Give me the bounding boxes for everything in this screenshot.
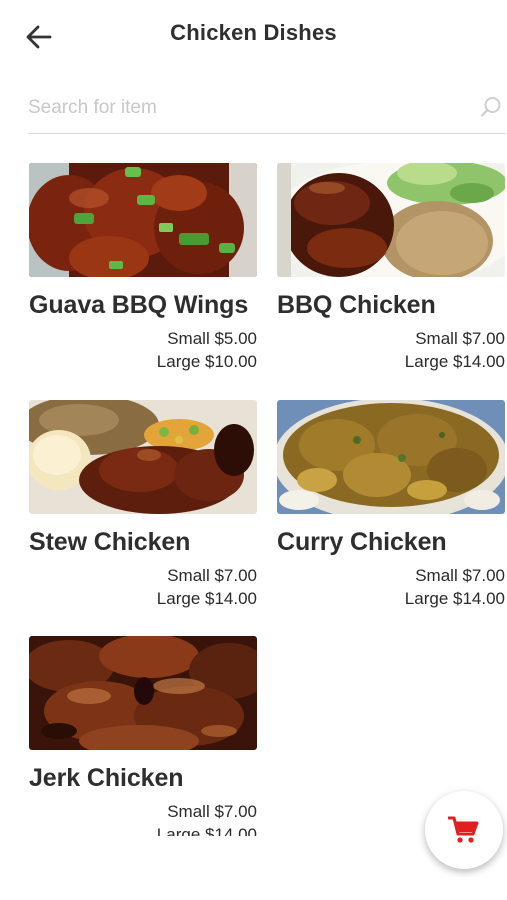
scroll-clip: [0, 836, 420, 900]
guava-bbq-wings-image: [29, 163, 257, 277]
menu-item-small-price: Small $7.00: [167, 566, 257, 585]
menu-item-small-price: Small $7.00: [415, 566, 505, 585]
menu-item-card[interactable]: Stew Chicken Small $7.00 Large $14.00: [29, 400, 257, 610]
curry-chicken-image: [277, 400, 505, 514]
search-input[interactable]: [28, 90, 468, 126]
menu-item-name: Guava BBQ Wings: [29, 291, 249, 319]
menu-item-large-price: Large $14.00: [404, 589, 505, 608]
app-bar: Chicken Dishes: [0, 0, 507, 72]
menu-item-card[interactable]: Guava BBQ Wings Small $5.00 Large $10.00: [29, 163, 257, 373]
menu-item-name: BBQ Chicken: [277, 291, 436, 319]
menu-item-card[interactable]: Jerk Chicken Small $7.00 Large $14.00: [29, 636, 257, 846]
search-bar: [28, 84, 506, 134]
menu-item-name: Curry Chicken: [277, 528, 447, 556]
shopping-cart-icon: [448, 816, 479, 843]
menu-item-large-price: Large $14.00: [156, 589, 257, 608]
menu-item-small-price: Small $7.00: [415, 329, 505, 348]
menu-item-large-price: Large $10.00: [156, 352, 257, 371]
menu-item-name: Stew Chicken: [29, 528, 191, 556]
menu-item-card[interactable]: Curry Chicken Small $7.00 Large $14.00: [277, 400, 505, 610]
page-title: Chicken Dishes: [170, 20, 337, 45]
menu-item-small-price: Small $7.00: [167, 802, 257, 821]
menu-item-name: Jerk Chicken: [29, 764, 184, 792]
menu-item-card[interactable]: BBQ Chicken Small $7.00 Large $14.00: [277, 163, 505, 373]
bbq-chicken-image: [277, 163, 505, 277]
jerk-chicken-image: [29, 636, 257, 750]
cart-button[interactable]: [425, 791, 503, 869]
menu-item-large-price: Large $14.00: [404, 352, 505, 371]
menu-item-small-price: Small $5.00: [167, 329, 257, 348]
stew-chicken-image: [29, 400, 257, 514]
search-icon[interactable]: [480, 96, 502, 118]
